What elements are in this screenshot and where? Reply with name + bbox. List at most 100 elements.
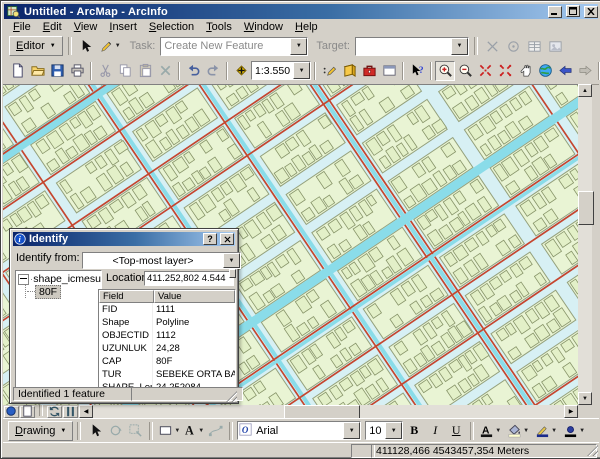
data-view-button[interactable] [4, 406, 19, 418]
command-window-button[interactable] [379, 61, 399, 81]
scroll-left-icon[interactable]: ◀ [79, 405, 93, 418]
text-tool-button[interactable]: A▼ [181, 421, 205, 441]
dialog-help-button[interactable]: ? [203, 233, 217, 245]
menu-item-file[interactable]: File [7, 20, 37, 34]
zoom-in-fixed-button[interactable] [475, 61, 495, 81]
location-units-button[interactable] [229, 269, 236, 278]
menu-item-edit[interactable]: Edit [37, 20, 68, 34]
print-button[interactable] [67, 61, 87, 81]
dropdown-arrow-icon[interactable]: ▼ [293, 62, 310, 79]
dropdown-arrow-icon[interactable]: ▼ [290, 38, 307, 55]
map-vertical-scrollbar[interactable]: ▲ ▼ [578, 84, 592, 405]
dropdown-arrow-icon[interactable]: ▼ [385, 422, 402, 439]
zoom-out-fixed-button[interactable] [495, 61, 515, 81]
menu-item-help[interactable]: Help [289, 20, 324, 34]
paste-button[interactable] [135, 61, 155, 81]
identify-title-bar[interactable]: i Identify ? [13, 232, 235, 246]
table-row[interactable]: TURSEBEKE ORTA BASINC [99, 368, 235, 381]
rotate-target-button[interactable] [504, 36, 524, 56]
sketch-properties-button[interactable] [546, 36, 566, 56]
cut-button[interactable] [95, 61, 115, 81]
font-size-combo[interactable]: 10▼ [365, 421, 403, 440]
toolbar-separator [314, 62, 316, 80]
task-combo[interactable]: Create New Feature▼ [160, 37, 308, 56]
rect-tool-button[interactable]: ▼ [157, 421, 181, 441]
marker-color-button[interactable]: ▼ [562, 421, 586, 441]
undo-button[interactable] [183, 61, 203, 81]
pan-button[interactable] [515, 61, 535, 81]
vertical-scroll-thumb[interactable] [578, 191, 594, 225]
scroll-right-icon[interactable]: ▶ [564, 405, 578, 418]
horizontal-scroll-track[interactable] [93, 405, 564, 418]
table-row[interactable]: FID1111 [99, 303, 235, 316]
zoom-graphic-button[interactable] [125, 421, 145, 441]
fill-color-button[interactable]: ▼ [506, 421, 530, 441]
table-row[interactable]: OBJECTID1112 [99, 329, 235, 342]
target-combo[interactable]: ▼ [355, 37, 469, 56]
dropdown-arrow-icon[interactable]: ▼ [451, 38, 468, 55]
menu-item-tools[interactable]: Tools [200, 20, 238, 34]
scale-combo[interactable]: 1:3.550▼ [251, 61, 311, 80]
font-color-button[interactable]: A▼ [478, 421, 502, 441]
copy-button[interactable] [115, 61, 135, 81]
editor-pencil-button[interactable] [319, 61, 339, 81]
dialog-close-button[interactable] [220, 233, 234, 245]
zoom-out-button[interactable] [455, 61, 475, 81]
arctoolbox-button[interactable] [359, 61, 379, 81]
redo-button[interactable] [203, 61, 223, 81]
save-button[interactable] [47, 61, 67, 81]
tree-child-item[interactable]: 80F [25, 285, 101, 298]
attributes-table-button[interactable] [525, 36, 545, 56]
location-field[interactable]: 411.252,802 4.544 [144, 271, 234, 286]
table-row[interactable]: UZUNLUK24,28 [99, 342, 235, 355]
drawing-menu-button[interactable]: Drawing▼ [8, 421, 73, 441]
italic-button[interactable]: I [425, 421, 445, 441]
pause-button[interactable] [63, 406, 78, 418]
title-bar[interactable]: Untitled - ArcMap - ArcInfo [4, 4, 598, 19]
select-arrow-button[interactable] [85, 421, 105, 441]
identify-results-tree[interactable]: shape_icmesu 80F [15, 270, 102, 392]
dropdown-arrow-icon[interactable]: ▼ [223, 253, 240, 268]
bold-button[interactable]: B [404, 421, 424, 441]
menu-item-window[interactable]: Window [238, 20, 289, 34]
font-combo[interactable]: O Arial▼ [237, 421, 361, 440]
text-tool-icon: A [182, 423, 197, 438]
new-button[interactable] [7, 61, 27, 81]
menu-item-view[interactable]: View [68, 20, 104, 34]
tree-collapse-icon[interactable] [18, 274, 29, 285]
editor-menu-button[interactable]: Editor▼ [9, 36, 63, 56]
menu-item-selection[interactable]: Selection [143, 20, 200, 34]
maximize-button[interactable] [566, 5, 580, 17]
full-extent-button[interactable] [535, 61, 555, 81]
zoom-in-button[interactable] [435, 61, 455, 81]
split-tool-button[interactable] [483, 36, 503, 56]
open-button[interactable] [27, 61, 47, 81]
identify-layer-combo[interactable]: <Top-most layer>▼ [82, 252, 241, 269]
close-button[interactable] [584, 6, 598, 18]
underline-button[interactable]: U [446, 421, 466, 441]
tree-child-label[interactable]: 80F [35, 285, 61, 299]
dropdown-arrow-icon[interactable]: ▼ [343, 422, 360, 439]
refresh-button[interactable] [47, 406, 62, 418]
back-button[interactable] [555, 61, 575, 81]
edit-arrow-button[interactable] [77, 36, 97, 56]
menu-item-insert[interactable]: Insert [103, 20, 143, 34]
minimize-button[interactable] [548, 6, 562, 18]
tree-root-item[interactable]: shape_icmesu [18, 273, 101, 285]
value-column-header[interactable]: Value [154, 290, 235, 303]
table-row[interactable]: ShapePolyline [99, 316, 235, 329]
whats-this-button[interactable]: ? [407, 61, 427, 81]
edit-vertices-button[interactable] [205, 421, 225, 441]
layout-view-button[interactable] [20, 406, 35, 418]
field-column-header[interactable]: Field [99, 290, 154, 303]
forward-button[interactable] [575, 61, 595, 81]
add-data-button[interactable] [231, 61, 251, 81]
delete-button[interactable] [155, 61, 175, 81]
arccatalog-button[interactable] [339, 61, 359, 81]
line-color-button[interactable]: ▼ [534, 421, 558, 441]
rotate-graphic-button[interactable] [105, 421, 125, 441]
scroll-down-icon[interactable]: ▼ [578, 392, 592, 405]
table-row[interactable]: CAP80F [99, 355, 235, 368]
sketch-pencil-button[interactable]: ▼ [98, 36, 122, 56]
scroll-up-icon[interactable]: ▲ [578, 84, 592, 97]
